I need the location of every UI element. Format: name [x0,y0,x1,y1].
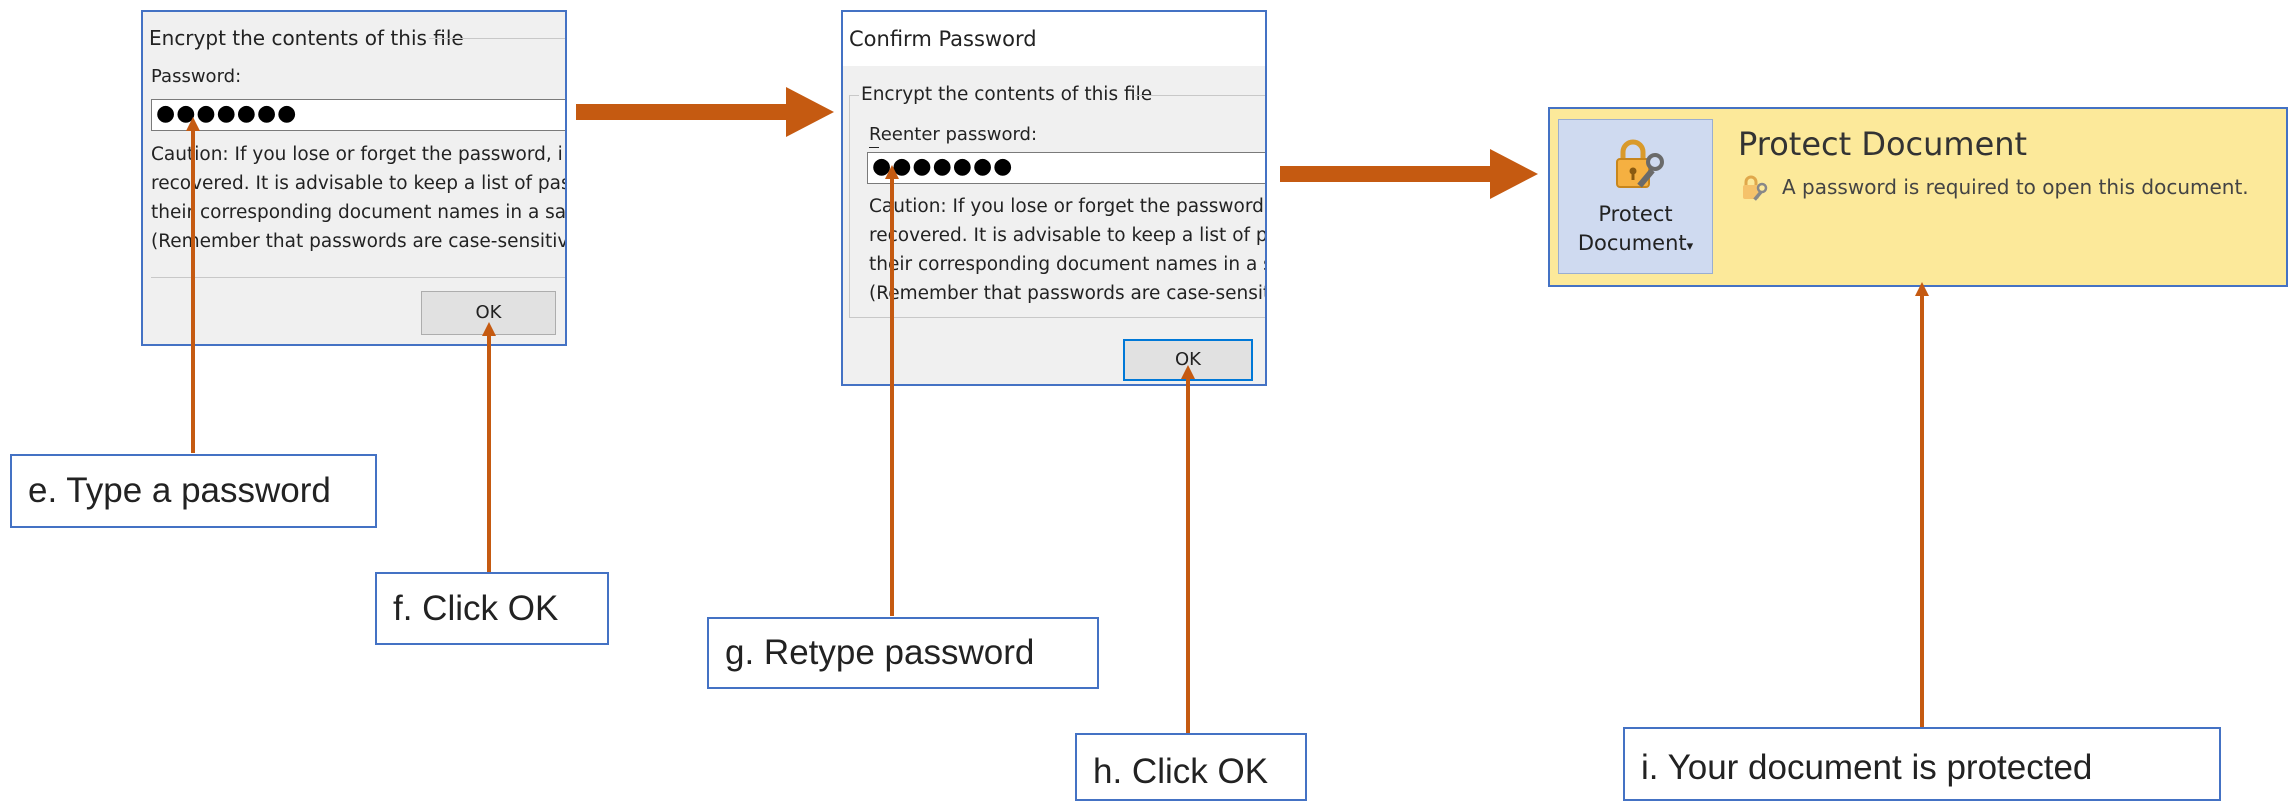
group-title: Encrypt the contents of this file [861,84,1153,105]
callout-retype-password: g. Retype password [707,617,1099,689]
encrypt-document-dialog: Encrypt the contents of this file Passwo… [141,10,567,346]
group-bottom [849,317,1265,318]
caution-text: Caution: If you lose or forget the passw… [869,196,1267,304]
lock-key-icon [1616,139,1664,188]
callout-document-protected: i. Your document is protected [1623,727,2221,801]
group-bottom [151,277,565,278]
group-divider [429,38,565,39]
callout-click-ok-2: h. Click OK [1075,733,1307,801]
password-label: Password: [151,66,242,87]
group-title: Encrypt the contents of this file [149,26,464,50]
protect-label-line2: Document▾ [1577,231,1694,255]
protect-document-panel: Protect Document▾ Protect Document A pas… [1548,107,2288,287]
access-key-underline [869,147,879,148]
group-left [849,95,850,317]
callout-type-password: e. Type a password [10,454,377,528]
small-lock-icon [1743,175,1768,201]
group-top-right [1135,95,1265,96]
chevron-down-icon: ▾ [1686,239,1694,254]
reenter-password-label: Reenter password: [869,124,1038,145]
password-field[interactable]: ●●●●●●● [151,99,565,131]
caution-text: Caution: If you lose or forget the passw… [151,144,567,252]
protect-document-button[interactable]: Protect Document▾ [1558,119,1713,274]
group-top [849,95,859,96]
reenter-password-field[interactable]: ●●●●●●● [867,152,1265,184]
callout-click-ok-1: f. Click OK [375,572,609,645]
panel-title: Protect Document [1738,125,2028,163]
window-title: Confirm Password [849,27,1037,51]
protection-status-text: A password is required to open this docu… [1782,175,2249,199]
confirm-password-dialog: Confirm Password Encrypt the contents of… [841,10,1267,386]
protect-label-line1: Protect [1598,202,1673,226]
